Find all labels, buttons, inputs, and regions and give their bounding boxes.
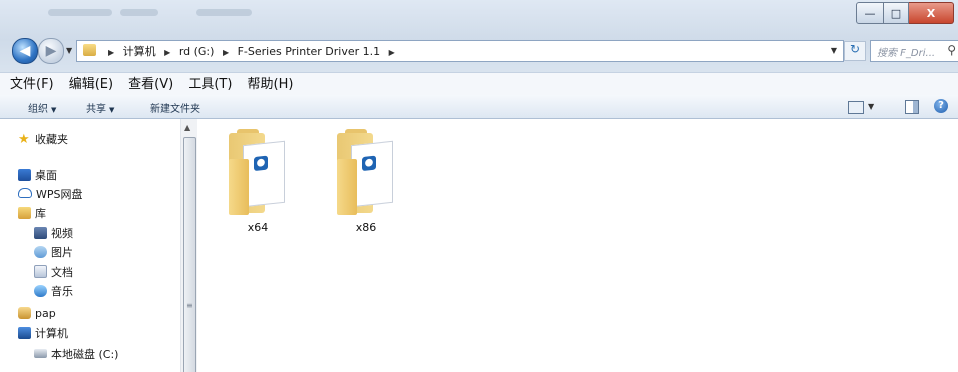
breadcrumb-drive[interactable]: rd (G:) bbox=[179, 45, 215, 58]
new-folder-button[interactable]: 新建文件夹 bbox=[150, 100, 200, 115]
computer-icon bbox=[18, 327, 31, 339]
app-logo-icon: ● bbox=[362, 155, 376, 172]
tree-item-label: WPS网盘 bbox=[36, 188, 83, 201]
tree-item-label: 图片 bbox=[51, 246, 73, 259]
explorer-window: — □ X ◀ ▶ ▼ ▶ 计算机 ▶ rd (G:) ▶ F-Series P… bbox=[0, 0, 958, 372]
organize-label: 组织 bbox=[28, 104, 48, 115]
menu-help[interactable]: 帮助(H) bbox=[248, 74, 294, 96]
chevron-right-icon[interactable]: ▶ bbox=[389, 48, 395, 57]
drive-icon bbox=[34, 349, 47, 358]
back-arrow-icon: ◀ bbox=[19, 43, 31, 59]
tree-item-pap[interactable]: pap bbox=[18, 305, 56, 323]
folder-item-x86[interactable]: ● x86 bbox=[323, 127, 409, 239]
tree-item-computer[interactable]: 计算机 bbox=[18, 325, 68, 343]
navigation-bar: ◀ ▶ ▼ ▶ 计算机 ▶ rd (G:) ▶ F-Series Printer… bbox=[0, 36, 958, 66]
recent-pages-dropdown-icon[interactable]: ▼ bbox=[66, 46, 72, 55]
tree-item-label: 桌面 bbox=[35, 169, 57, 182]
desktop-icon bbox=[18, 169, 31, 181]
tree-item-label: 收藏夹 bbox=[35, 133, 68, 146]
blurred-title bbox=[120, 9, 158, 16]
tree-item-libraries[interactable]: 库 bbox=[18, 205, 46, 223]
tree-item-label: 文档 bbox=[51, 266, 73, 279]
folder-item-x64[interactable]: ● x64 bbox=[215, 127, 301, 239]
search-placeholder: 搜索 F_Dri... bbox=[877, 48, 936, 59]
search-input[interactable]: 搜索 F_Dri... ⚲ bbox=[870, 40, 958, 62]
change-view-icon[interactable] bbox=[848, 101, 864, 114]
forward-button[interactable]: ▶ bbox=[38, 38, 64, 64]
star-icon: ★ bbox=[18, 132, 30, 147]
share-label: 共享 bbox=[86, 104, 106, 115]
menu-edit[interactable]: 编辑(E) bbox=[69, 74, 113, 96]
tree-item-documents[interactable]: 文档 bbox=[34, 264, 73, 282]
file-list: ● x64 ● x86 bbox=[197, 119, 958, 372]
video-icon bbox=[34, 227, 47, 239]
tree-item-videos[interactable]: 视频 bbox=[34, 225, 73, 243]
command-toolbar: 组织 ▼ 共享 ▼ 新建文件夹 ▼ ? bbox=[0, 95, 958, 119]
blurred-title bbox=[196, 9, 252, 16]
folder-icon: ● bbox=[227, 129, 287, 217]
view-options-dropdown-icon[interactable]: ▼ bbox=[868, 102, 874, 111]
folder-icon: ● bbox=[335, 129, 395, 217]
menu-bar: 文件(F) 编辑(E) 查看(V) 工具(T) 帮助(H) bbox=[0, 72, 958, 96]
chevron-right-icon[interactable]: ▶ bbox=[108, 48, 114, 57]
tree-item-wps-cloud[interactable]: WPS网盘 bbox=[18, 186, 83, 204]
back-button[interactable]: ◀ bbox=[12, 38, 38, 64]
chevron-down-icon: ▼ bbox=[109, 106, 115, 114]
library-icon bbox=[18, 207, 31, 219]
folder-name: x86 bbox=[355, 221, 377, 234]
pictures-icon bbox=[34, 246, 47, 258]
tree-item-label: 本地磁盘 (C:) bbox=[51, 348, 119, 361]
maximize-button[interactable]: □ bbox=[884, 2, 909, 24]
tree-item-desktop[interactable]: 桌面 bbox=[18, 167, 57, 185]
documents-icon bbox=[34, 265, 47, 278]
refresh-icon: ↻ bbox=[849, 42, 861, 56]
chevron-down-icon: ▼ bbox=[51, 106, 57, 114]
breadcrumb-folder[interactable]: F-Series Printer Driver 1.1 bbox=[238, 45, 381, 58]
window-controls: — □ X bbox=[856, 2, 954, 24]
scrollbar-thumb[interactable] bbox=[183, 137, 196, 372]
chevron-right-icon[interactable]: ▶ bbox=[223, 48, 229, 57]
tree-item-label: 库 bbox=[35, 207, 46, 220]
tree-item-pictures[interactable]: 图片 bbox=[34, 244, 73, 262]
app-logo-icon: ● bbox=[254, 155, 268, 172]
folder-icon bbox=[83, 44, 96, 56]
chevron-right-icon[interactable]: ▶ bbox=[164, 48, 170, 57]
tree-item-local-disk-c[interactable]: 本地磁盘 (C:) bbox=[34, 346, 118, 364]
music-icon bbox=[34, 285, 47, 297]
search-icon[interactable]: ⚲ bbox=[947, 43, 956, 57]
menu-view[interactable]: 查看(V) bbox=[128, 74, 173, 96]
close-button[interactable]: X bbox=[909, 2, 954, 24]
organize-button[interactable]: 组织 ▼ bbox=[28, 100, 56, 115]
preview-pane-icon[interactable] bbox=[905, 100, 919, 114]
forward-arrow-icon: ▶ bbox=[45, 43, 57, 59]
address-dropdown-icon[interactable]: ▼ bbox=[831, 46, 837, 55]
tree-item-label: pap bbox=[35, 307, 56, 320]
tree-item-music[interactable]: 音乐 bbox=[34, 283, 73, 301]
help-icon[interactable]: ? bbox=[934, 99, 948, 113]
minimize-button[interactable]: — bbox=[856, 2, 884, 24]
tree-item-label: 视频 bbox=[51, 227, 73, 240]
breadcrumb: ▶ 计算机 ▶ rd (G:) ▶ F-Series Printer Drive… bbox=[103, 43, 400, 59]
navigation-pane: ★ 收藏夹 桌面 WPS网盘 库 视频 图片 文档 音乐 pap 计算机 本地磁盘… bbox=[0, 119, 197, 372]
breadcrumb-computer[interactable]: 计算机 bbox=[123, 45, 156, 58]
menu-tools[interactable]: 工具(T) bbox=[188, 74, 232, 96]
nav-pane-scrollbar[interactable]: ▲ ≡ bbox=[180, 119, 197, 372]
tree-item-label: 音乐 bbox=[51, 285, 73, 298]
menu-file[interactable]: 文件(F) bbox=[10, 74, 54, 96]
share-button[interactable]: 共享 ▼ bbox=[86, 100, 114, 115]
title-bar: — □ X bbox=[0, 0, 958, 28]
user-folder-icon bbox=[18, 307, 31, 319]
scroll-up-icon[interactable]: ▲ bbox=[184, 123, 190, 132]
folder-name: x64 bbox=[247, 221, 269, 234]
address-bar[interactable]: ▶ 计算机 ▶ rd (G:) ▶ F-Series Printer Drive… bbox=[76, 40, 844, 62]
tree-item-label: 计算机 bbox=[35, 327, 68, 340]
tree-item-favorites[interactable]: ★ 收藏夹 bbox=[18, 131, 68, 149]
refresh-button[interactable]: ↻ bbox=[844, 41, 866, 61]
grip-icon: ≡ bbox=[186, 301, 193, 310]
cloud-icon bbox=[18, 188, 32, 198]
blurred-title bbox=[48, 9, 112, 16]
